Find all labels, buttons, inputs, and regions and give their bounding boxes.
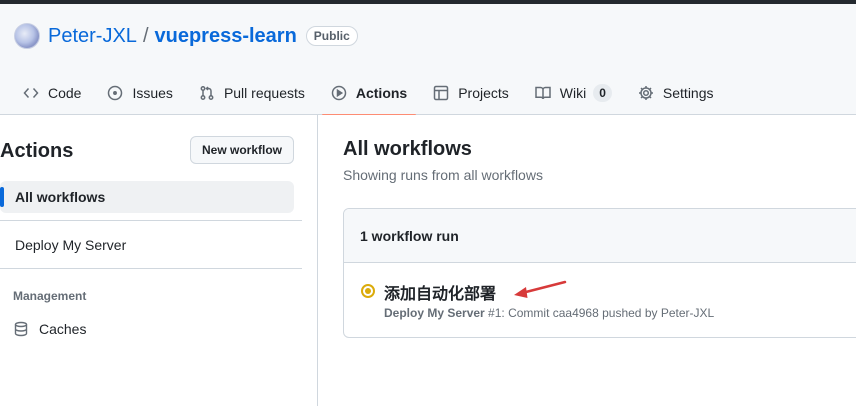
wiki-counter: 0 [593, 83, 612, 102]
repo-tabs: Code Issues Pull requests Actions Projec… [14, 70, 731, 116]
avatar[interactable] [14, 23, 40, 49]
repo-header: Peter-JXL / vuepress-learn Public Code I… [0, 4, 856, 116]
workflow-runs-list: 1 workflow run 添加自动化部署 Deploy My Server … [343, 208, 856, 338]
gear-icon [638, 85, 653, 100]
sidebar-title: Actions [0, 140, 74, 162]
new-workflow-button[interactable]: New workflow [190, 136, 294, 164]
tab-actions[interactable]: Actions [321, 70, 417, 116]
page-title: All workflows [343, 138, 472, 160]
run-meta: Deploy My Server #1: Commit caa4968 push… [384, 306, 714, 320]
tab-wiki[interactable]: Wiki 0 [526, 70, 621, 115]
sidebar-item-all-workflows[interactable]: All workflows [0, 181, 294, 213]
runs-count: 1 workflow run [344, 209, 856, 263]
page-subtitle: Showing runs from all workflows [343, 167, 543, 183]
sidebar-item-label: Caches [39, 321, 87, 337]
workflow-run-row[interactable]: 添加自动化部署 Deploy My Server #1: Commit caa4… [344, 263, 856, 337]
tab-code[interactable]: Code [14, 70, 90, 115]
sidebar-item-deploy-my-server[interactable]: Deploy My Server [0, 229, 294, 261]
annotation-arrow-icon [514, 280, 567, 298]
repo-title: Peter-JXL / vuepress-learn Public [14, 22, 358, 50]
book-icon [535, 86, 551, 99]
tab-issues[interactable]: Issues [98, 70, 181, 115]
repo-owner-link[interactable]: Peter-JXL [48, 25, 137, 48]
play-icon [331, 85, 347, 100]
tab-label: Issues [132, 84, 173, 101]
code-icon [23, 87, 39, 98]
sidebar-item-label: Deploy My Server [15, 237, 127, 253]
tab-pull-requests[interactable]: Pull requests [190, 70, 314, 115]
database-icon [14, 321, 28, 337]
management-heading: Management [13, 289, 87, 303]
in-progress-status-icon [361, 284, 375, 298]
run-workflow-name: Deploy My Server [384, 306, 485, 320]
actions-sidebar: Actions New workflow All workflows Deplo… [0, 115, 318, 406]
run-details: #1: Commit caa4968 pushed by Peter-JXL [484, 306, 715, 320]
divider [0, 268, 302, 269]
tab-label: Settings [662, 84, 714, 101]
sidebar-item-caches[interactable]: Caches [13, 315, 86, 343]
repo-separator: / [142, 24, 149, 47]
divider [0, 220, 302, 221]
run-title-link[interactable]: 添加自动化部署 [384, 280, 496, 304]
tab-settings[interactable]: Settings [629, 70, 723, 115]
issue-icon [108, 85, 123, 100]
workflows-content: All workflows Showing runs from all work… [343, 115, 856, 406]
tab-label: Actions [355, 84, 408, 101]
table-icon [433, 85, 449, 100]
tab-label: Wiki [559, 84, 587, 101]
tab-projects[interactable]: Projects [424, 70, 518, 115]
tab-label: Code [48, 84, 82, 101]
main-area: Actions New workflow All workflows Deplo… [0, 115, 856, 406]
tab-label: Pull requests [223, 84, 305, 101]
visibility-badge: Public [305, 26, 358, 46]
tab-label: Projects [458, 84, 509, 101]
repo-name-link[interactable]: vuepress-learn [155, 25, 297, 48]
sidebar-item-label: All workflows [15, 189, 106, 205]
pull-request-icon [200, 85, 214, 100]
